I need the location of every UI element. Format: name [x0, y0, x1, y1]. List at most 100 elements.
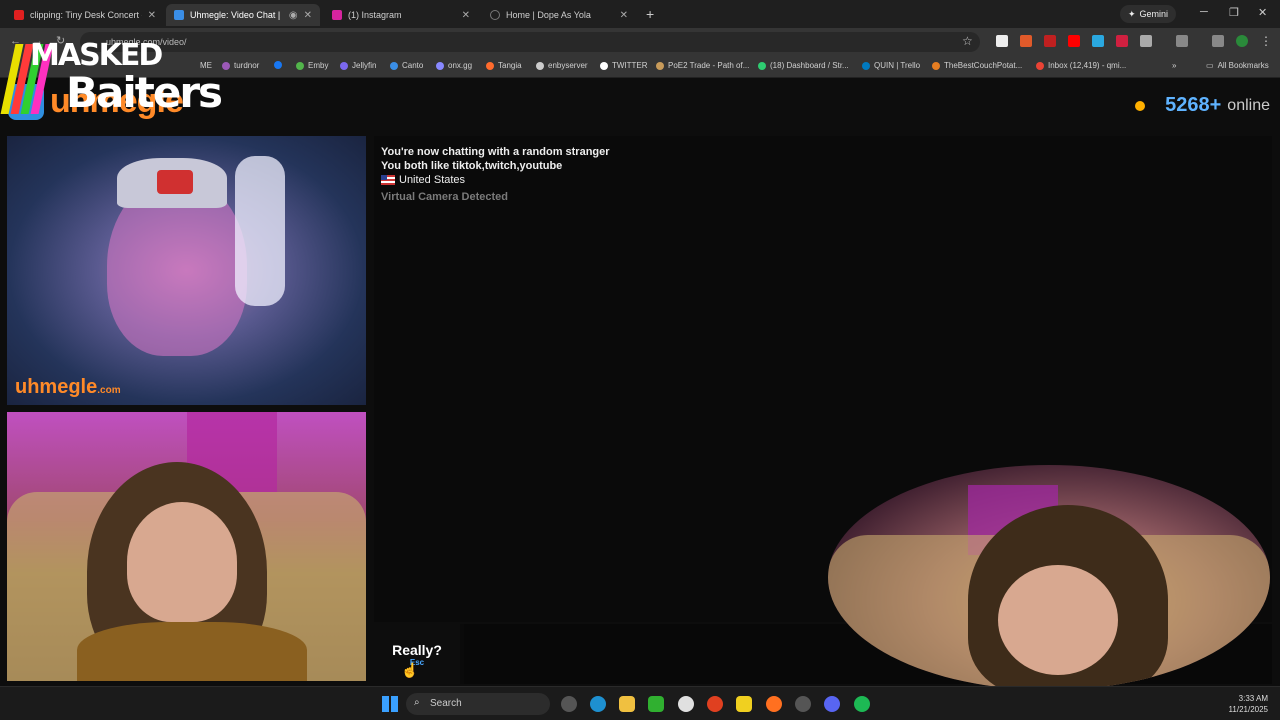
- extension-icon[interactable]: [996, 35, 1008, 47]
- search-placeholder: Search: [430, 698, 462, 709]
- close-icon[interactable]: ✕: [304, 10, 312, 21]
- tab-title: clipping: Tiny Desk Concert - Y: [30, 10, 142, 20]
- bookmark-item[interactable]: Emby: [296, 61, 328, 70]
- trello-icon: [862, 61, 870, 70]
- cap-logo: [157, 170, 193, 194]
- windows-taskbar: Search ⌕ 3:33 AM 11/21/2025: [0, 686, 1280, 720]
- bookmark-item[interactable]: QUIN | Trello: [862, 61, 920, 70]
- sticky-notes-icon[interactable]: [736, 696, 752, 712]
- youtube-icon[interactable]: [1068, 35, 1080, 47]
- folder-icon[interactable]: [619, 696, 635, 712]
- app-icon[interactable]: [795, 696, 811, 712]
- bookmark-item[interactable]: TheBestCouchPotat...: [932, 61, 1022, 70]
- menu-icon[interactable]: ⋮: [1260, 34, 1272, 48]
- watermark-suffix: .com: [97, 385, 121, 396]
- windows-start-icon[interactable]: [382, 696, 398, 712]
- close-icon[interactable]: ✕: [148, 10, 156, 21]
- folder-icon: ▭: [1206, 61, 1214, 70]
- bookmark-label: TheBestCouchPotat...: [944, 61, 1023, 70]
- extension-icon[interactable]: [1020, 35, 1032, 47]
- extension-icon[interactable]: [1092, 35, 1104, 47]
- emby-icon: [296, 61, 304, 70]
- bookmark-item[interactable]: PoE2 Trade - Path of...: [656, 61, 749, 70]
- bookmark-item[interactable]: onx.gg: [436, 61, 472, 70]
- clock-date: 11/21/2025: [1228, 705, 1268, 714]
- youtube-icon: [14, 10, 24, 20]
- tab-title: (1) Instagram: [348, 10, 402, 20]
- bookmark-label: enbyserver: [548, 61, 588, 70]
- streamer-webcam-overlay: [828, 465, 1270, 690]
- bookmark-item[interactable]: Tangia: [486, 61, 522, 70]
- app-icon[interactable]: [707, 696, 723, 712]
- avatar[interactable]: [1236, 35, 1248, 47]
- status-dot: [1135, 100, 1146, 111]
- app-icon[interactable]: [648, 696, 664, 712]
- online-label: online: [1227, 96, 1270, 114]
- bookmark-label: Emby: [308, 61, 329, 70]
- watermark-text: uhmegle: [15, 376, 98, 398]
- maximize-icon[interactable]: ❐: [1229, 6, 1239, 19]
- edge-icon[interactable]: [590, 696, 606, 712]
- us-flag-icon: [381, 175, 395, 186]
- media-icon[interactable]: [1212, 35, 1224, 47]
- gemini-button[interactable]: ✦ Gemini: [1120, 5, 1177, 23]
- uhmegle-icon: [174, 10, 184, 20]
- chat-message: You both like tiktok,twitch,youtube: [381, 160, 563, 172]
- chrome-icon[interactable]: [678, 696, 694, 712]
- instagram-icon: [332, 10, 342, 20]
- self-video: [7, 412, 366, 681]
- bookmark-item[interactable]: [274, 61, 286, 69]
- close-window-icon[interactable]: ✕: [1258, 6, 1267, 19]
- firefox-icon[interactable]: [766, 696, 782, 712]
- browser-tab-active[interactable]: Uhmegle: Video Chat | Ran ◉ ✕: [166, 4, 320, 26]
- bookmark-label: TWITTER: [612, 61, 648, 70]
- cursor-icon: ☝: [401, 662, 419, 678]
- close-icon[interactable]: ✕: [462, 10, 470, 21]
- self-sweater: [77, 622, 307, 681]
- recording-icon: ◉: [288, 9, 298, 21]
- bookmark-item[interactable]: Canto: [390, 61, 423, 70]
- extension-icon[interactable]: [1116, 35, 1128, 47]
- new-tab-button[interactable]: +: [646, 6, 654, 22]
- bookmark-label: onx.gg: [448, 61, 473, 70]
- sparkle-icon: ✦: [1128, 8, 1136, 19]
- browser-tab[interactable]: clipping: Tiny Desk Concert - Y ✕: [6, 4, 164, 26]
- onx-icon: [436, 61, 444, 70]
- sidepanel-icon[interactable]: [1176, 35, 1188, 47]
- puzzle-icon[interactable]: [1140, 35, 1152, 47]
- bookmark-label: Canto: [402, 61, 424, 70]
- overlay-line2: Baiters: [66, 68, 223, 117]
- globe-icon: [490, 10, 500, 20]
- bookmark-item[interactable]: enbyserver: [536, 61, 588, 70]
- star-icon[interactable]: ☆: [962, 34, 973, 48]
- browser-tab[interactable]: Home | Dope As Yola ✕: [482, 4, 636, 26]
- gmail-icon: [1036, 61, 1044, 70]
- bookmark-label: QUIN | Trello: [874, 61, 921, 70]
- bookmark-label: Tangia: [498, 61, 522, 70]
- tab-title: Home | Dope As Yola: [506, 10, 591, 20]
- stranger-video: uhmegle.com: [7, 136, 366, 405]
- tangia-icon: [486, 61, 494, 70]
- bookmark-item[interactable]: TWITTER: [600, 61, 648, 70]
- bookmark-item[interactable]: Inbox (12,419) - qmi...: [1036, 61, 1126, 70]
- all-bookmarks-button[interactable]: ▭ All Bookmarks: [1206, 61, 1269, 70]
- all-bookmarks-label: All Bookmarks: [1217, 61, 1269, 70]
- discord-icon[interactable]: [824, 696, 840, 712]
- extension-icon[interactable]: [1044, 35, 1056, 47]
- bookmark-item[interactable]: Jellyfin: [340, 61, 376, 70]
- chevron-right-icon[interactable]: »: [1172, 61, 1176, 70]
- bookmark-label: PoE2 Trade - Path of...: [668, 61, 750, 70]
- microphone-icon: [235, 156, 285, 306]
- taskbar-search[interactable]: Search: [406, 693, 550, 715]
- clock-time: 3:33 AM: [1238, 694, 1268, 703]
- browser-tab[interactable]: (1) Instagram ✕: [324, 4, 478, 26]
- minimize-icon[interactable]: ─: [1200, 6, 1208, 18]
- bookmark-item[interactable]: (18) Dashboard / Str...: [758, 61, 849, 70]
- masked-baiters-logo: MASKED Baiters: [0, 38, 238, 118]
- app-icon[interactable]: [561, 696, 577, 712]
- bookmark-label: Jellyfin: [352, 61, 377, 70]
- close-icon[interactable]: ✕: [620, 10, 628, 21]
- system-clock[interactable]: 3:33 AM 11/21/2025: [1229, 693, 1268, 715]
- streamer-face: [998, 565, 1118, 675]
- spotify-icon[interactable]: [854, 696, 870, 712]
